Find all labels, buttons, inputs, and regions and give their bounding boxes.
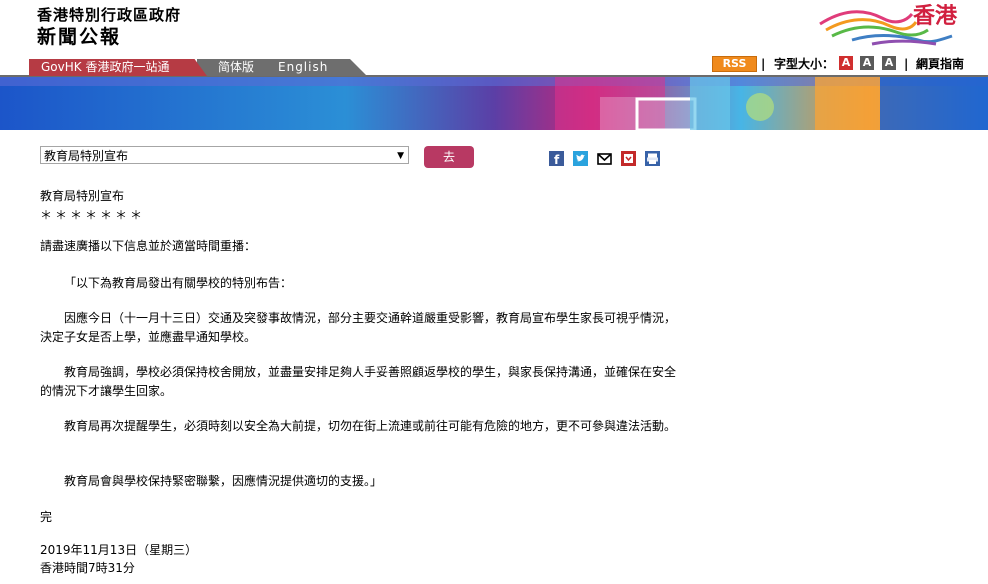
twitter-icon[interactable] — [573, 151, 588, 166]
site-guide-link[interactable]: 網頁指南 — [916, 55, 964, 73]
facebook-icon[interactable]: f — [549, 151, 564, 166]
divider: | — [904, 57, 909, 71]
article-separator: ＊＊＊＊＊＊＊ — [40, 208, 146, 222]
save-icon[interactable] — [621, 151, 636, 166]
english-link[interactable]: English — [278, 59, 328, 76]
article-paragraph: 教育局會與學校保持緊密聯繫，因應情況提供適切的支援。」 — [64, 474, 383, 488]
header: 香港特別行政區政府 新聞公報 香港 — [0, 0, 988, 58]
go-button[interactable]: 去 — [424, 146, 474, 168]
article-paragraph: 教育局再次提醒學生，必須時刻以安全為大前提，切勿在街上流連或前往可能有危險的地方… — [64, 419, 677, 433]
article-paragraph: 「以下為教育局發出有關學校的特別布告： — [64, 276, 293, 290]
font-size-small-button[interactable]: A — [839, 56, 853, 70]
divider: | — [761, 57, 766, 71]
font-size-large-button[interactable]: A — [882, 56, 896, 70]
logo-text: 香港 — [913, 3, 958, 29]
article-time: 香港時間7時31分 — [40, 561, 135, 575]
svg-text:f: f — [554, 153, 560, 166]
language-tabs: 简体版 English — [197, 59, 367, 76]
article-date: 2019年11月13日（星期三） — [40, 543, 198, 557]
print-icon[interactable] — [645, 151, 660, 166]
email-icon[interactable] — [597, 151, 612, 166]
topic-select-value: 教育局特別宣布 — [44, 149, 129, 163]
article-paragraph: 因應今日（十一月十三日）交通及突發事故情況，部分主要交通幹道嚴重受影響，教育局宣… — [40, 311, 677, 344]
font-size-label: 字型大小： — [774, 57, 835, 71]
font-size-medium-button[interactable]: A — [860, 56, 874, 70]
article-title: 教育局特別宣布 — [40, 189, 125, 203]
chevron-down-icon: ▼ — [397, 151, 404, 161]
header-banner — [0, 77, 988, 130]
site-title[interactable]: 新聞公報 — [37, 22, 121, 49]
simplified-chinese-link[interactable]: 简体版 — [218, 59, 254, 76]
govhk-link[interactable]: GovHK 香港政府一站通 — [29, 59, 207, 76]
topic-select[interactable]: 教育局特別宣布 ▼ — [40, 146, 409, 164]
article-paragraph: 教育局強調，學校必須保持校舍開放，並盡量安排足夠人手妥善照顧返學校的學生，與家長… — [40, 365, 677, 398]
rss-button[interactable]: RSS — [712, 56, 757, 72]
article-end-mark: 完 — [40, 510, 53, 524]
article-intro: 請盡速廣播以下信息並於適當時間重播： — [40, 239, 257, 253]
